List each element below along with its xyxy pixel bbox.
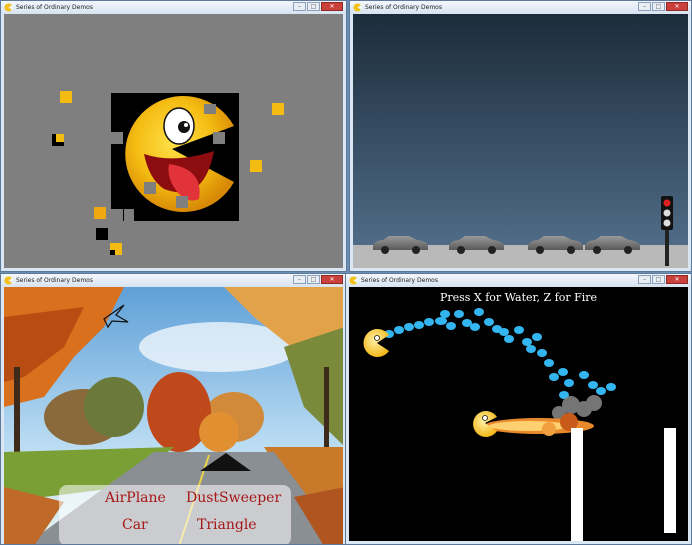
puzzle-gap	[176, 196, 188, 208]
pillar	[571, 428, 583, 541]
window-puzzle: Series of Ordinary Demos – □ ✕	[0, 0, 347, 272]
app-icon	[349, 276, 358, 285]
title-bar[interactable]: Series of Ordinary Demos – □ ✕	[1, 274, 346, 287]
minimize-icon[interactable]: –	[638, 275, 651, 284]
airplane-button[interactable]: AirPlane	[105, 490, 166, 506]
window-menu: Series of Ordinary Demos – □ ✕ AirPlane …	[0, 273, 347, 545]
minimize-icon[interactable]: –	[293, 275, 306, 284]
triangle-button[interactable]: Triangle	[197, 517, 257, 533]
puzzle-gap	[111, 209, 123, 221]
window-firewater: Series of Ordinary Demos – □ ✕ Press X f…	[345, 273, 692, 545]
puzzle-gap	[124, 209, 134, 221]
puzzle-gap	[213, 132, 225, 144]
traffic-scene	[353, 14, 688, 268]
red-light	[663, 199, 671, 207]
window-traffic: Series of Ordinary Demos – □ ✕	[349, 0, 692, 272]
puzzle-canvas[interactable]	[4, 14, 343, 268]
yellow-light	[663, 209, 671, 217]
minimize-icon[interactable]: –	[638, 2, 651, 11]
title-bar[interactable]: Series of Ordinary Demos – □ ✕	[350, 1, 691, 14]
maximize-icon[interactable]: □	[652, 275, 665, 284]
maximize-icon[interactable]: □	[307, 2, 320, 11]
puzzle-tile[interactable]	[272, 103, 284, 115]
puzzle-tile-face	[56, 134, 64, 142]
close-icon[interactable]: ✕	[321, 275, 343, 284]
puzzle-tile[interactable]	[96, 228, 108, 240]
minimize-icon[interactable]: –	[293, 2, 306, 11]
close-icon[interactable]: ✕	[666, 275, 688, 284]
maximize-icon[interactable]: □	[307, 275, 320, 284]
smoke	[552, 395, 602, 420]
puzzle-tile[interactable]	[60, 91, 72, 103]
window-title: Series of Ordinary Demos	[16, 277, 93, 284]
puzzle-gap	[144, 182, 156, 194]
car-button[interactable]: Car	[122, 517, 148, 533]
close-icon[interactable]: ✕	[321, 2, 343, 11]
app-icon	[4, 3, 13, 12]
puzzle-tile[interactable]	[94, 207, 106, 219]
window-title: Series of Ordinary Demos	[16, 4, 93, 11]
autumn-scene	[4, 287, 343, 544]
sky	[353, 14, 688, 245]
window-title: Series of Ordinary Demos	[365, 4, 442, 11]
puzzle-tile-face	[110, 250, 115, 255]
puzzle-gap	[111, 132, 123, 144]
close-icon[interactable]: ✕	[666, 2, 688, 11]
water-stream	[384, 308, 616, 399]
title-bar[interactable]: Series of Ordinary Demos – □ ✕	[346, 274, 691, 287]
window-title: Series of Ordinary Demos	[361, 277, 438, 284]
maximize-icon[interactable]: □	[652, 2, 665, 11]
puzzle-gap	[204, 104, 216, 114]
app-icon	[4, 276, 13, 285]
pillar	[664, 428, 676, 533]
instruction-text: Press X for Water, Z for Fire	[439, 291, 598, 304]
green-light	[663, 219, 671, 227]
dustsweeper-button[interactable]: DustSweeper	[186, 490, 281, 506]
title-bar[interactable]: Series of Ordinary Demos – □ ✕	[1, 1, 346, 14]
puzzle-tile[interactable]	[250, 160, 262, 172]
water-character[interactable]	[363, 329, 389, 357]
firewater-canvas[interactable]: Press X for Water, Z for Fire	[349, 287, 688, 541]
app-icon	[353, 3, 362, 12]
menu-canvas[interactable]: AirPlane DustSweeper Car Triangle	[4, 287, 343, 544]
traffic-canvas[interactable]	[353, 14, 688, 268]
puzzle-scene	[52, 91, 284, 255]
firewater-scene	[363, 308, 676, 541]
